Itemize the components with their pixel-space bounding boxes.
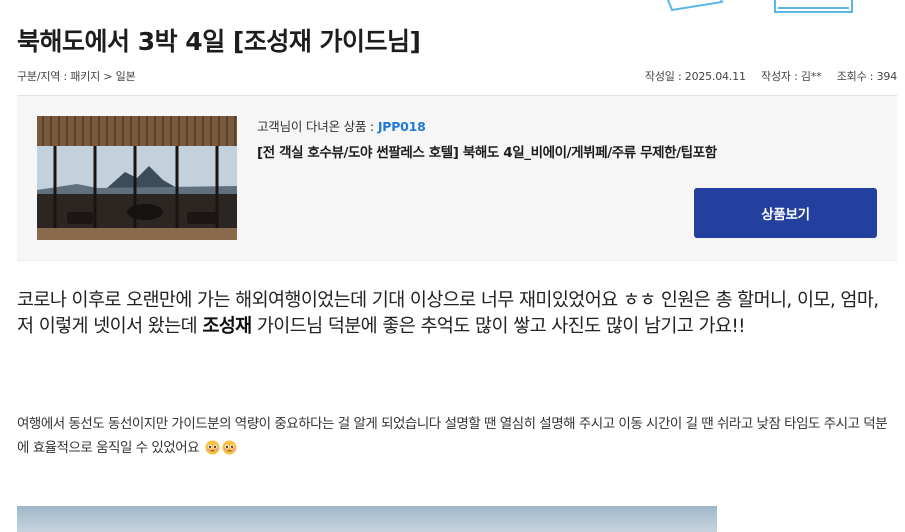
review-paragraph: 여행에서 동선도 동선이지만 가이드분의 역량이 중요하다는 걸 알게 되었습니… — [17, 412, 897, 460]
visited-product-card: 고객님이 다녀온 상품 : JPP018 [전 객실 호수뷰/도야 썬팔레스 호… — [17, 96, 897, 261]
post-meta: 구분/지역 : 패키지 > 일본 작성일 : 2025.04.11 작성자 : … — [17, 68, 897, 86]
post-info: 작성일 : 2025.04.11 작성자 : 김** 조회수 : 394 — [633, 68, 897, 84]
view-product-button[interactable]: 상품보기 — [694, 188, 877, 238]
product-name-link[interactable]: [전 객실 호수뷰/도야 썬팔레스 호텔] 북해도 4일_비에이/게뷔페/주류 … — [257, 141, 717, 161]
lead-text-end: 가이드님 덕분에 좋은 추억도 많이 쌓고 사진도 많이 남기고 가요!! — [251, 316, 746, 337]
hotel-lounge-image — [37, 116, 237, 240]
post-author: 작성자 : 김** — [761, 70, 822, 83]
review-photo — [17, 506, 717, 532]
post-date: 작성일 : 2025.04.11 — [644, 70, 746, 83]
review-paragraph-text: 여행에서 동선도 동선이지만 가이드분의 역량이 중요하다는 걸 알게 되었습니… — [17, 416, 888, 456]
page-title: 북해도에서 3박 4일 [조성재 가이드님] — [17, 27, 421, 56]
review-lead-text: 코로나 이후로 오랜만에 가는 해외여행이었는데 기대 이상으로 너무 재미있었… — [17, 288, 887, 340]
product-thumbnail[interactable] — [37, 116, 237, 240]
product-code[interactable]: JPP018 — [378, 119, 426, 134]
visited-label: 고객님이 다녀온 상품 : — [257, 119, 378, 134]
visited-product-line: 고객님이 다녀온 상품 : JPP018 — [257, 116, 426, 135]
pleading-face-icon — [222, 440, 237, 455]
post-views: 조회수 : 394 — [836, 70, 897, 83]
category-breadcrumb: 구분/지역 : 패키지 > 일본 — [17, 70, 136, 83]
pleading-face-icon — [205, 440, 220, 455]
guide-name: 조성재 — [202, 316, 252, 337]
header-illustration — [667, 0, 853, 13]
